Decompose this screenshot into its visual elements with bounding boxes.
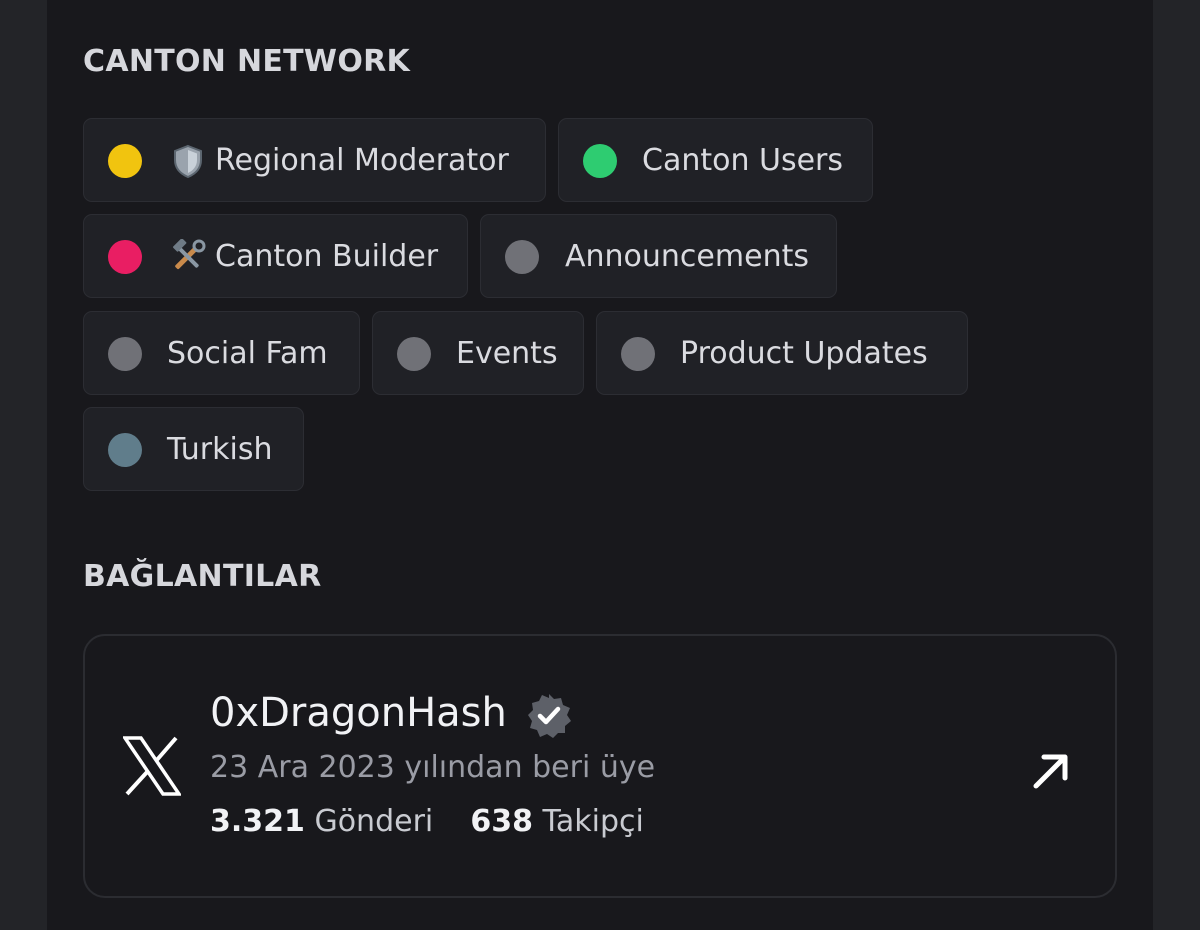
role-chip-social-fam[interactable]: Social Fam (83, 311, 360, 395)
role-chip-canton-builder[interactable]: Canton Builder (83, 214, 468, 298)
role-chip-events[interactable]: Events (372, 311, 584, 395)
role-color-dot (108, 144, 142, 178)
role-color-dot (108, 240, 142, 274)
role-color-dot (108, 337, 142, 371)
account-stats: 3.321 Gönderi 638 Takipçi (210, 804, 644, 839)
role-color-dot (397, 337, 431, 371)
verified-badge-icon (528, 694, 571, 738)
role-label: Social Fam (167, 336, 328, 371)
role-chip-product-updates[interactable]: Product Updates (596, 311, 968, 395)
role-label: Events (456, 336, 558, 371)
role-color-dot (108, 433, 142, 467)
followers-count: 638 (470, 804, 533, 839)
posts-count: 3.321 (210, 804, 305, 839)
role-chip-regional-moderator[interactable]: Regional Moderator (83, 118, 546, 202)
role-label: Canton Builder (215, 239, 439, 274)
role-label: Announcements (565, 239, 809, 274)
x-logo-icon (123, 736, 181, 796)
hammer-wrench-emoji-icon (173, 239, 206, 270)
external-link-arrow-icon[interactable] (1031, 751, 1071, 791)
role-color-dot (583, 144, 617, 178)
role-label: Regional Moderator (215, 143, 509, 178)
role-chip-turkish[interactable]: Turkish (83, 407, 304, 491)
role-label: Turkish (167, 432, 273, 467)
connections-section-title: BAĞLANTILAR (83, 559, 322, 594)
account-name: 0xDragonHash (210, 690, 507, 736)
member-since: 23 Ara 2023 yılından beri üye (210, 750, 656, 785)
roles-section-title: CANTON NETWORK (83, 44, 411, 79)
role-color-dot (621, 337, 655, 371)
role-label: Product Updates (680, 336, 928, 371)
connected-account-card[interactable]: 0xDragonHash 23 Ara 2023 yılından beri ü… (83, 634, 1117, 898)
role-label: Canton Users (642, 143, 844, 178)
shield-emoji-icon (174, 144, 202, 179)
role-chip-canton-users[interactable]: Canton Users (558, 118, 873, 202)
followers-label: Takipçi (542, 804, 644, 839)
role-color-dot (505, 240, 539, 274)
role-chip-announcements[interactable]: Announcements (480, 214, 837, 298)
posts-label: Gönderi (314, 804, 434, 839)
